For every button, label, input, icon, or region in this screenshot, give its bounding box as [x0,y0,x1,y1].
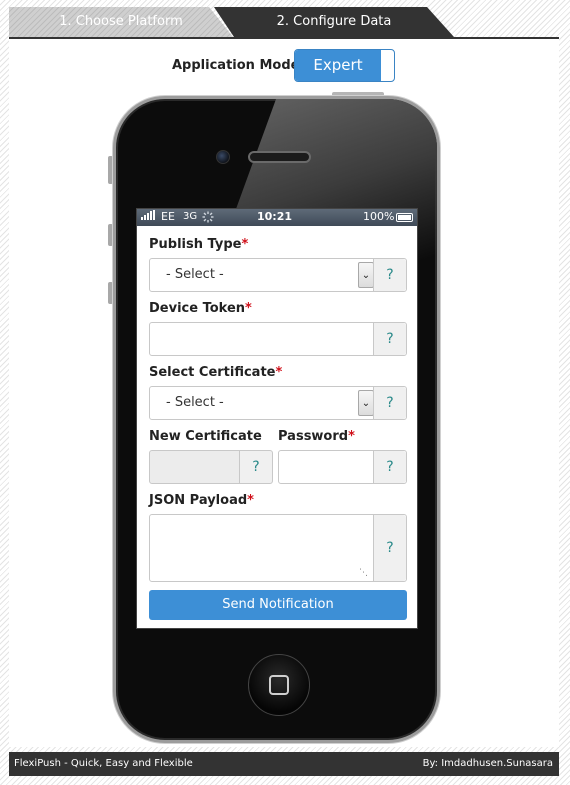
publish-type-selected: - Select - [166,267,224,282]
tab-configure-data[interactable]: 2. Configure Data [214,7,454,37]
application-mode-toggle[interactable]: Expert [294,49,395,82]
device-token-label: Device Token* [149,301,252,316]
password-label: Password* [278,429,355,444]
chevron-down-icon[interactable]: ⌄ [358,390,374,416]
chevron-down-icon[interactable]: ⌄ [358,262,374,288]
phone-screen: EE 3G 10:21 100% Publish Type* - Select … [136,208,418,629]
password-help-button[interactable]: ? [373,451,406,483]
required-mark: * [275,365,283,380]
select-certificate-help-button[interactable]: ? [373,387,406,419]
network-type: 3G [183,211,198,222]
activity-spinner-icon [202,211,214,226]
required-mark: * [245,301,252,316]
signal-bars-icon [141,210,159,223]
required-mark: * [241,237,249,252]
new-certificate-help-button[interactable]: ? [239,451,272,483]
select-certificate-label: Select Certificate* [149,365,283,380]
json-payload-help-button[interactable]: ? [373,515,406,581]
select-certificate-select[interactable]: - Select - ⌄ ? [149,386,407,420]
battery-percent: 100% [363,210,395,223]
speaker-grille [248,151,311,163]
battery-icon [396,213,413,222]
device-token-help-button[interactable]: ? [373,323,406,355]
publish-type-label: Publish Type* [149,237,249,252]
required-mark: * [348,429,355,444]
camera-icon [216,150,230,164]
home-button [248,654,310,716]
application-mode-value: Expert [295,50,381,81]
device-token-input[interactable]: ? [149,322,407,356]
home-square-icon [269,675,289,695]
wizard-tabs: 1. Choose Platform 2. Configure Data [9,7,559,38]
resize-grip-icon[interactable]: ⋱ [359,568,368,578]
select-certificate-selected: - Select - [166,395,224,410]
publish-type-select[interactable]: - Select - ⌄ ? [149,258,407,292]
status-bar: EE 3G 10:21 100% [137,209,417,226]
json-payload-label: JSON Payload* [149,493,254,508]
new-certificate-label: New Certificate [149,429,262,444]
new-certificate-input[interactable]: ? [149,450,273,484]
carrier-name: EE [161,210,175,223]
status-time: 10:21 [257,210,293,223]
tab-choose-platform[interactable]: 1. Choose Platform [9,7,233,37]
required-mark: * [247,493,254,508]
application-mode-label: Application Mode: [172,58,305,73]
footer-author: By: Imdadhusen.Sunasara [422,758,553,769]
application-mode-row: Application Mode: Expert [0,49,570,83]
send-notification-button[interactable]: Send Notification [149,590,407,620]
footer-tagline: FlexiPush - Quick, Easy and Flexible [14,758,193,769]
json-payload-textarea[interactable]: ⋱ ? [149,514,407,582]
publish-type-help-button[interactable]: ? [373,259,406,291]
footer: FlexiPush - Quick, Easy and Flexible By:… [9,752,559,776]
password-input[interactable]: ? [278,450,407,484]
